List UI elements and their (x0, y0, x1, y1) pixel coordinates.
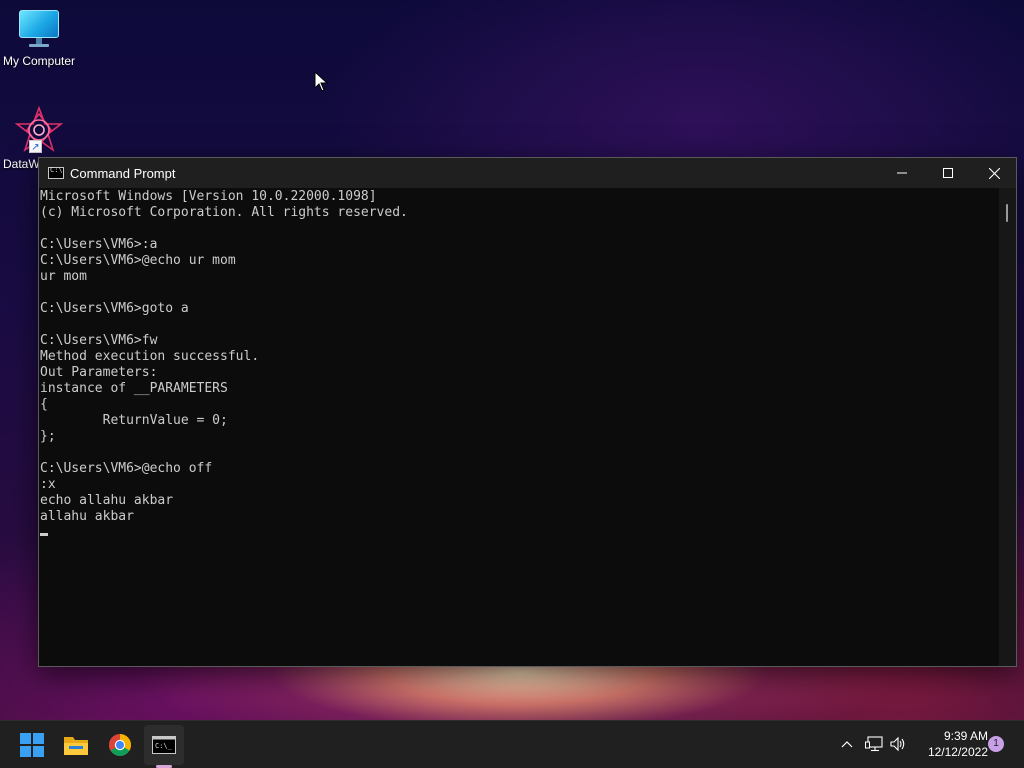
window-titlebar[interactable]: C:\ Command Prompt (39, 158, 1016, 188)
command-prompt-taskbar-button[interactable]: C:\_ (144, 725, 184, 765)
chrome-button[interactable] (100, 725, 140, 765)
chrome-icon (109, 734, 131, 756)
mouse-pointer-icon (314, 71, 328, 92)
text-cursor (40, 533, 48, 536)
monitor-icon (17, 10, 61, 50)
desktop-icon-my-computer[interactable]: My Computer (0, 10, 78, 68)
minimize-button[interactable] (879, 158, 925, 188)
maximize-icon (943, 168, 953, 178)
chevron-up-icon[interactable] (837, 734, 857, 754)
start-button[interactable] (12, 725, 52, 765)
clock-date: 12/12/2022 (927, 745, 988, 759)
close-icon (988, 167, 1000, 179)
volume-icon[interactable] (889, 734, 909, 754)
svg-text:C:\_: C:\_ (155, 742, 173, 750)
command-prompt-window[interactable]: C:\ Command Prompt Microsoft Windows [Ve… (38, 157, 1017, 667)
cmd-icon: C:\ (48, 166, 64, 179)
console-text: Microsoft Windows [Version 10.0.22000.10… (40, 189, 999, 541)
star-shortcut-icon: ↗ (14, 105, 64, 154)
shortcut-arrow-icon: ↗ (29, 140, 42, 153)
folder-icon (64, 737, 88, 755)
console-output[interactable]: Microsoft Windows [Version 10.0.22000.10… (39, 188, 999, 666)
system-clock[interactable]: 9:39 AM 12/12/2022 (914, 728, 988, 760)
notification-badge[interactable]: 1 (988, 736, 1004, 752)
close-button[interactable] (971, 158, 1017, 188)
window-title: Command Prompt (70, 165, 176, 181)
network-icon[interactable] (864, 734, 884, 754)
scrollbar-thumb[interactable] (1006, 204, 1008, 222)
desktop-icon-label: My Computer (2, 54, 76, 68)
minimize-icon (897, 172, 907, 174)
clock-time: 9:39 AM (943, 729, 988, 743)
vertical-scrollbar[interactable] (999, 188, 1016, 666)
file-explorer-button[interactable] (56, 725, 96, 765)
windows-logo-icon (20, 733, 44, 757)
maximize-button[interactable] (925, 158, 971, 188)
cmd-icon: C:\_ (152, 736, 176, 754)
